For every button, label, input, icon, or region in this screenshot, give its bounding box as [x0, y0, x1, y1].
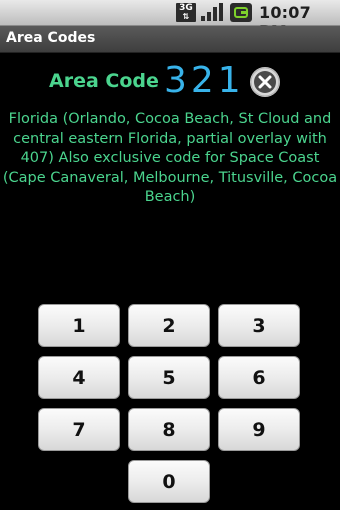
area-code-value: 321 — [164, 60, 245, 101]
area-code-description: Florida (Orlando, Cocoa Beach, St Cloud … — [2, 111, 338, 205]
status-bar: 3G ⇅ 10:07 PM — [0, 0, 340, 41]
key-8-button[interactable]: 8 — [128, 408, 210, 451]
battery-charging-icon — [230, 3, 252, 22]
key-9-button[interactable]: 9 — [218, 408, 300, 451]
key-3-button[interactable]: 3 — [218, 304, 300, 347]
area-code-label: Area Code — [49, 70, 159, 92]
key-1-button[interactable]: 1 — [38, 304, 120, 347]
signal-strength-icon — [201, 3, 223, 21]
key-7-button[interactable]: 7 — [38, 408, 120, 451]
key-2-button[interactable]: 2 — [128, 304, 210, 347]
key-6-button[interactable]: 6 — [218, 356, 300, 399]
key-0-button[interactable]: 0 — [128, 460, 210, 503]
key-5-button[interactable]: 5 — [128, 356, 210, 399]
key-4-button[interactable]: 4 — [38, 356, 120, 399]
clear-button[interactable] — [250, 67, 280, 97]
app-title: Area Codes — [6, 30, 96, 46]
app-title-bar: Area Codes — [0, 26, 340, 53]
close-icon — [250, 67, 280, 97]
network-3g-icon: 3G ⇅ — [176, 3, 196, 22]
